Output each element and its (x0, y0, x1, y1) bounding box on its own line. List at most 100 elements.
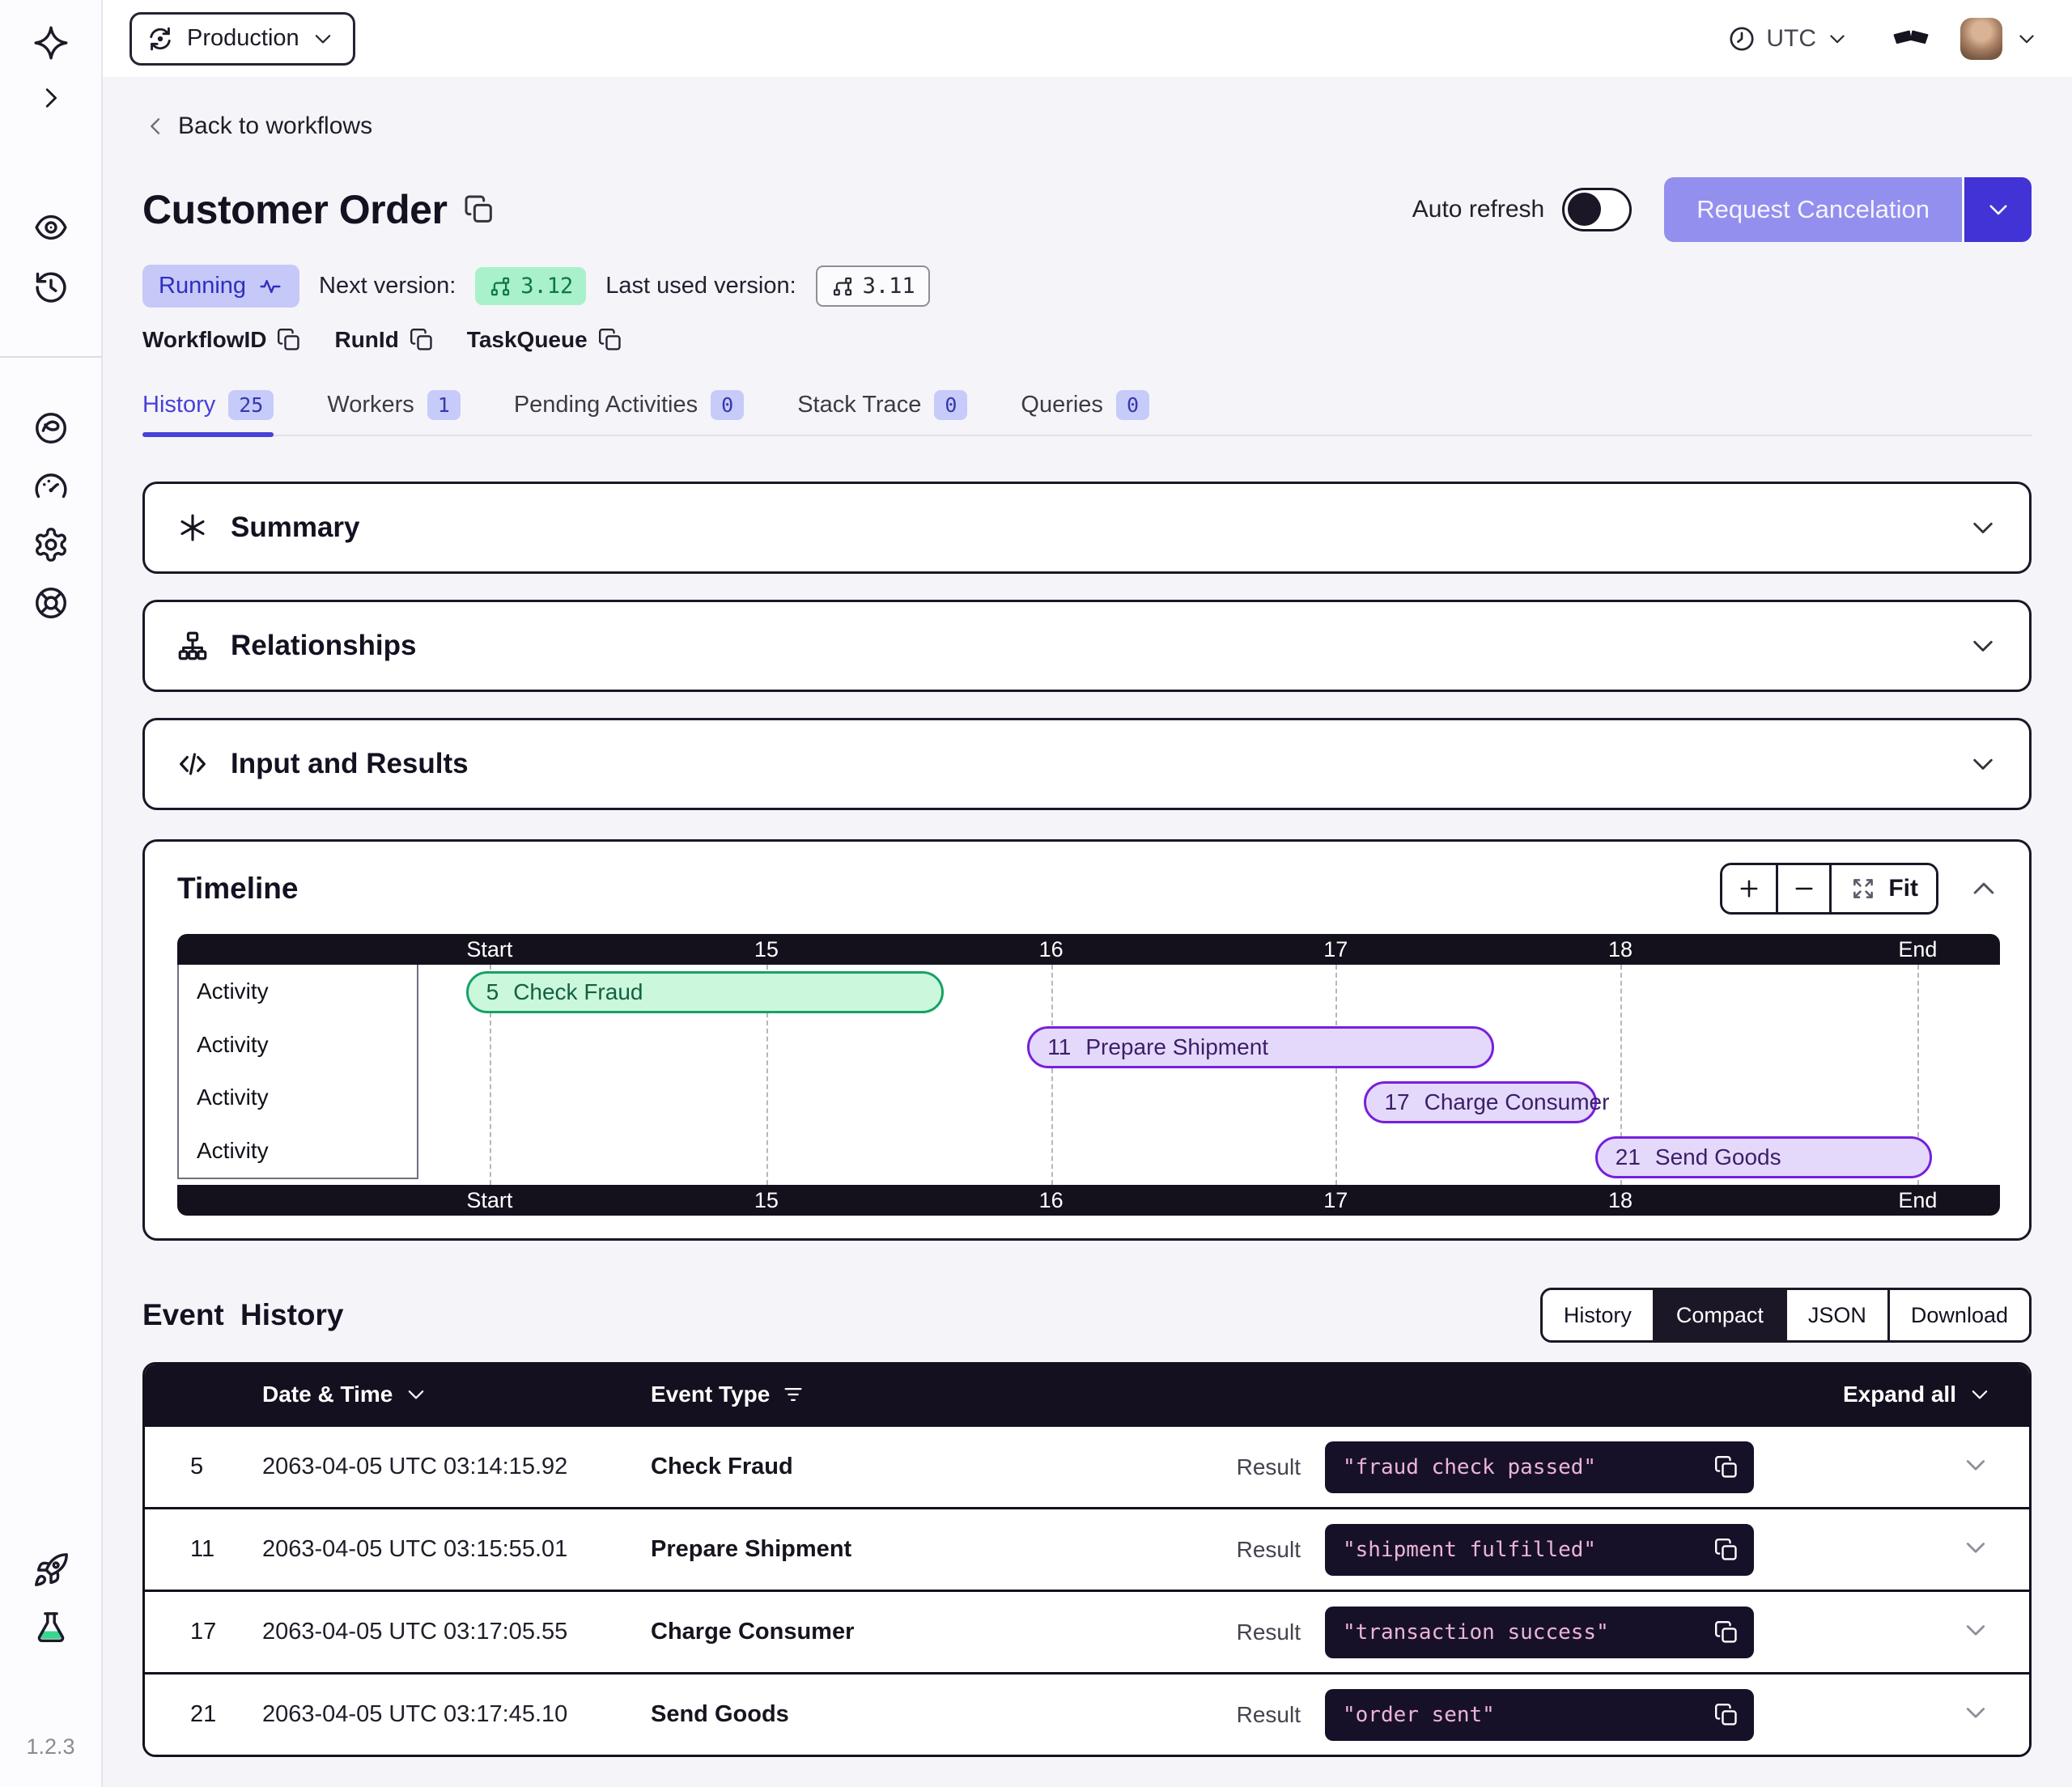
result-value-badge: "fraud check passed" (1325, 1441, 1754, 1493)
gear-icon[interactable] (32, 526, 70, 563)
column-date-time[interactable]: Date & Time (262, 1382, 651, 1407)
fit-button[interactable]: Fit (1829, 865, 1936, 912)
zoom-in-button[interactable] (1722, 865, 1776, 912)
event-type: Check Fraud (651, 1454, 1237, 1480)
view-switcher: HistoryCompactJSONDownload (1540, 1288, 2032, 1343)
avatar[interactable] (1960, 18, 2002, 60)
asterisk-icon (176, 511, 210, 545)
fit-label: Fit (1888, 875, 1918, 902)
section-input-and-results[interactable]: Input and Results (142, 718, 2032, 810)
timeline-row-label: Activity (177, 1124, 418, 1179)
auto-refresh-toggle[interactable] (1562, 188, 1632, 231)
event-type-header-label: Event Type (651, 1382, 770, 1407)
timeline-bar-prepare-shipment[interactable]: 11 Prepare Shipment (1027, 1026, 1493, 1068)
result-label: Result (1237, 1537, 1301, 1563)
meta-label: RunId (334, 327, 398, 353)
chevron-down-icon[interactable] (2015, 28, 2038, 50)
plus-icon (1735, 875, 1763, 902)
copy-icon[interactable] (463, 193, 495, 226)
copy-icon[interactable] (409, 327, 435, 353)
section-label: Input and Results (231, 748, 469, 780)
section-label: Relationships (231, 630, 416, 662)
history-icon[interactable] (32, 269, 70, 306)
view-download-button[interactable]: Download (1887, 1290, 2029, 1340)
meta-runid: RunId (334, 327, 434, 353)
gauge-icon[interactable] (32, 468, 70, 505)
request-cancelation-dropdown[interactable] (1962, 177, 2032, 242)
tab-stack-trace[interactable]: Stack Trace 0 (797, 390, 967, 435)
tab-count-badge: 25 (228, 390, 274, 420)
tab-workers[interactable]: Workers 1 (327, 390, 460, 435)
event-history-header: Event History HistoryCompactJSONDownload (142, 1288, 2032, 1343)
back-to-workflows-link[interactable]: Back to workflows (142, 112, 372, 140)
table-row[interactable]: 17 2063-04-05 UTC 03:17:05.55 Charge Con… (145, 1590, 2029, 1672)
table-row[interactable]: 11 2063-04-05 UTC 03:15:55.01 Prepare Sh… (145, 1507, 2029, 1590)
tab-pending-activities[interactable]: Pending Activities 0 (514, 390, 744, 435)
eye-icon[interactable] (32, 209, 70, 246)
event-id: 21 (145, 1701, 262, 1728)
column-event-type[interactable]: Event Type (651, 1382, 1301, 1407)
toggle-knob (1568, 193, 1601, 226)
copy-icon[interactable] (1713, 1702, 1739, 1728)
main-content: Back to workflows Customer Order Auto re… (103, 77, 2072, 1787)
page-title: Customer Order (142, 186, 447, 233)
last-version-label: Last used version: (605, 273, 796, 299)
expand-all-button[interactable]: Expand all (1843, 1382, 2029, 1407)
event-id: 11 (145, 1536, 262, 1563)
table-row[interactable]: 21 2063-04-05 UTC 03:17:45.10 Send Goods… (145, 1672, 2029, 1755)
axis-tick-18: 18 (1608, 1185, 1633, 1216)
filter-icon (781, 1382, 805, 1407)
zoom-out-button[interactable] (1776, 865, 1829, 912)
view-compact-button[interactable]: Compact (1653, 1290, 1785, 1340)
life-ring-icon[interactable] (32, 584, 70, 622)
copy-icon[interactable] (1713, 1454, 1739, 1480)
chevron-down-icon (1968, 630, 1998, 661)
copy-icon[interactable] (1713, 1537, 1739, 1563)
table-row[interactable]: 5 2063-04-05 UTC 03:14:15.92 Check Fraud… (145, 1424, 2029, 1507)
result-value-badge: "transaction success" (1325, 1607, 1754, 1658)
chevron-down-icon[interactable] (1961, 1698, 1990, 1727)
status-label: Running (159, 273, 246, 299)
view-json-button[interactable]: JSON (1785, 1290, 1887, 1340)
tab-label: Queries (1021, 392, 1103, 418)
tab-label: Stack Trace (797, 392, 921, 418)
timezone-selector[interactable]: UTC (1727, 24, 1849, 53)
section-summary[interactable]: Summary (142, 482, 2032, 574)
tab-history[interactable]: History 25 (142, 390, 274, 435)
chevron-down-icon[interactable] (1961, 1533, 1990, 1562)
flask-icon[interactable] (32, 1610, 70, 1647)
section-relationships[interactable]: Relationships (142, 600, 2032, 692)
timeline-bar-send-goods[interactable]: 21 Send Goods (1595, 1136, 1932, 1178)
sidebar-divider (0, 356, 102, 358)
glasses-icon[interactable] (1891, 19, 1931, 59)
tab-queries[interactable]: Queries 0 (1021, 390, 1149, 435)
swirl-logo-icon[interactable] (32, 410, 70, 447)
axis-tick-18: 18 (1608, 934, 1633, 965)
workflow-header: Customer Order Auto refresh Request Canc… (142, 177, 2032, 242)
chevron-right-icon[interactable] (36, 83, 66, 113)
request-cancelation-button[interactable]: Request Cancelation (1664, 177, 1962, 242)
chevron-down-icon[interactable] (1961, 1615, 1990, 1645)
auto-refresh-label: Auto refresh (1412, 196, 1544, 223)
copy-icon[interactable] (597, 327, 623, 353)
copy-icon[interactable] (276, 327, 302, 353)
chevron-up-icon[interactable] (1968, 872, 2000, 905)
event-id: 5 (486, 979, 499, 1005)
section-label: Summary (231, 511, 360, 544)
chevron-down-icon[interactable] (1961, 1450, 1990, 1479)
next-version-label: Next version: (319, 273, 456, 299)
table-header: Date & Time Event Type Expand all (145, 1365, 2029, 1424)
timeline-bar-check-fraud[interactable]: 5 Check Fraud (466, 971, 944, 1013)
copy-icon[interactable] (1713, 1619, 1739, 1645)
meta-label: TaskQueue (467, 327, 588, 353)
result-label: Result (1237, 1619, 1301, 1645)
view-history-button[interactable]: History (1543, 1290, 1653, 1340)
event-timestamp: 2063-04-05 UTC 03:17:45.10 (262, 1701, 651, 1728)
sparkle-icon[interactable] (32, 24, 70, 62)
timeline-zoom-controls: Fit (1720, 863, 1938, 915)
timeline-bar-charge-consumer[interactable]: 17 Charge Consumer (1364, 1081, 1596, 1123)
event-timestamp: 2063-04-05 UTC 03:14:15.92 (262, 1454, 651, 1480)
rocket-icon[interactable] (32, 1551, 70, 1589)
timeline-gridline (1051, 965, 1053, 1185)
namespace-switcher-button[interactable]: Production (130, 12, 355, 66)
